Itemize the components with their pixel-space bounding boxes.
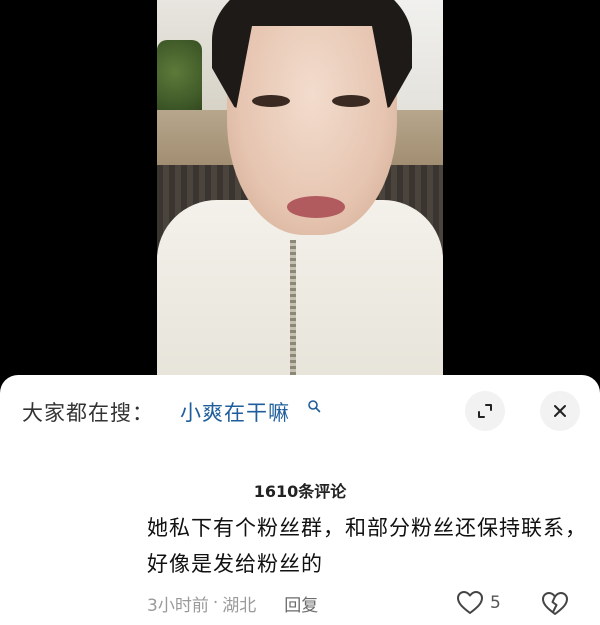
- expand-button[interactable]: [465, 391, 505, 431]
- meta-separator: ·: [212, 593, 219, 613]
- trending-search-link[interactable]: 小爽在干嘛: [180, 397, 290, 427]
- trending-search-bar: 大家都在搜： 小爽在干嘛: [0, 375, 600, 445]
- like-count: 5: [490, 593, 501, 613]
- person-eye-left: [252, 95, 290, 107]
- close-button[interactable]: [540, 391, 580, 431]
- person-eye-right: [332, 95, 370, 107]
- person-mouth: [287, 196, 345, 218]
- trending-search-prefix: 大家都在搜：: [22, 401, 154, 425]
- comment-timestamp: 3小时前: [147, 595, 209, 616]
- video-player[interactable]: [0, 0, 600, 400]
- comment-location: 湖北: [222, 595, 257, 616]
- comment-meta: 3小时前 · 湖北 回复: [147, 591, 318, 616]
- video-frame: [157, 0, 443, 380]
- heart-icon: [457, 591, 483, 614]
- comment-sheet: 大家都在搜： 小爽在干嘛 1610条评论 她私下有个粉丝群，和部分粉丝还保持联系…: [0, 375, 600, 625]
- broken-heart-icon[interactable]: [541, 591, 569, 617]
- close-icon: [554, 405, 566, 417]
- search-icon: [308, 400, 321, 413]
- jacket-zipper: [290, 240, 296, 380]
- comment-count: 1610条评论: [253, 482, 347, 501]
- background-plant: [157, 40, 202, 120]
- expand-icon: [478, 404, 492, 418]
- comment-body: 她私下有个粉丝群，和部分粉丝还保持联系，好像是发给粉丝的: [147, 516, 587, 576]
- like-button[interactable]: 5: [456, 589, 501, 617]
- reply-button[interactable]: 回复: [284, 591, 318, 616]
